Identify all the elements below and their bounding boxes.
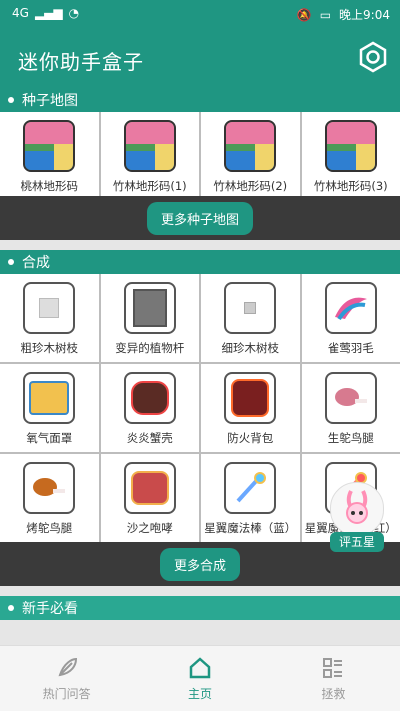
feather-icon (325, 282, 377, 334)
bullet-icon (8, 259, 14, 265)
tab-rescue[interactable]: 拯救 (267, 646, 400, 711)
craft-label: 细珍木树枝 (222, 340, 280, 356)
tab-label: 热门问答 (43, 685, 91, 702)
status-right: 🔕 ▭ 晚上9:04 (297, 6, 390, 23)
bunny-avatar-icon (330, 482, 384, 536)
seed-label: 竹林地形码(2) (213, 178, 287, 194)
battery-icon: ▭ (320, 8, 331, 22)
oxygen-mask-icon (23, 372, 75, 424)
tab-label: 拯救 (321, 685, 345, 702)
map-thumbnail-icon (224, 120, 276, 172)
craft-label: 雀莺羽毛 (328, 340, 374, 356)
seed-label: 桃林地形码 (21, 178, 79, 194)
bullet-icon (8, 97, 14, 103)
leaf-icon (54, 655, 80, 681)
bullet-icon (8, 605, 14, 611)
craft-item[interactable]: 粗珍木树枝 (0, 274, 99, 362)
wood-branch-icon (23, 282, 75, 334)
magic-wand-blue-icon (224, 462, 276, 514)
craft-label: 星翼魔法棒（蓝） (204, 520, 296, 536)
craft-label: 炎炎蟹壳 (127, 430, 173, 446)
tab-hot-qa[interactable]: 热门问答 (0, 646, 133, 711)
craft-item[interactable]: 雀莺羽毛 (302, 274, 400, 362)
rate-label: 评五星 (330, 532, 384, 552)
map-thumbnail-icon (325, 120, 377, 172)
craft-label: 烤鸵鸟腿 (26, 520, 72, 536)
signal-icon: ▂▄▆ (35, 6, 63, 20)
fireproof-backpack-icon (224, 372, 276, 424)
map-thumbnail-icon (23, 120, 75, 172)
more-seeds-band: 更多种子地图 (0, 196, 400, 240)
map-thumbnail-icon (124, 120, 176, 172)
bottom-tab-bar: 热门问答 主页 拯救 (0, 645, 400, 711)
craft-item[interactable]: 氧气面罩 (0, 364, 99, 452)
section-title-seeds: 种子地图 (22, 90, 78, 110)
craft-item[interactable]: 防火背包 (201, 364, 300, 452)
wifi-icon: ◔ (69, 6, 79, 20)
tab-label: 主页 (188, 685, 212, 702)
section-title-newbie: 新手必看 (22, 598, 78, 618)
tab-home[interactable]: 主页 (133, 646, 266, 711)
section-seeds: 种子地图 (0, 88, 400, 112)
craft-item[interactable]: 炎炎蟹壳 (101, 364, 200, 452)
craft-label: 粗珍木树枝 (21, 340, 79, 356)
status-bar: 4G ▂▄▆ ◔ 🔕 ▭ 晚上9:04 (0, 0, 400, 28)
status-left: 4G ▂▄▆ ◔ (12, 6, 79, 20)
craft-item[interactable]: 星翼魔法棒（蓝） (201, 454, 300, 542)
main-content[interactable]: 种子地图 桃林地形码 竹林地形码(1) 竹林地形码(2) 竹林地形码(3) (0, 88, 400, 645)
more-seeds-button[interactable]: 更多种子地图 (147, 202, 253, 235)
spacer (0, 586, 400, 596)
seeds-grid: 桃林地形码 竹林地形码(1) 竹林地形码(2) 竹林地形码(3) (0, 112, 400, 196)
app-title: 迷你助手盒子 (18, 46, 144, 75)
rate-five-stars-button[interactable]: 评五星 (328, 482, 386, 552)
mute-icon: 🔕 (297, 8, 312, 22)
craft-label: 变异的植物杆 (115, 340, 184, 356)
home-icon (187, 655, 213, 681)
craft-item[interactable]: 细珍木树枝 (201, 274, 300, 362)
plant-stalk-icon (124, 282, 176, 334)
settings-button[interactable] (356, 40, 390, 74)
seed-item[interactable]: 桃林地形码 (0, 112, 99, 196)
craft-item[interactable]: 烤鸵鸟腿 (0, 454, 99, 542)
spacer (0, 240, 400, 250)
network-indicator: 4G (12, 6, 29, 20)
craft-item[interactable]: 变异的植物杆 (101, 274, 200, 362)
thin-branch-icon (224, 282, 276, 334)
seed-item[interactable]: 竹林地形码(3) (302, 112, 400, 196)
seed-item[interactable]: 竹林地形码(1) (101, 112, 200, 196)
craft-item[interactable]: 生鸵鸟腿 (302, 364, 400, 452)
roasted-leg-icon (23, 462, 75, 514)
gear-icon (356, 40, 390, 74)
list-icon (320, 655, 346, 681)
section-craft: 合成 (0, 250, 400, 274)
seed-item[interactable]: 竹林地形码(2) (201, 112, 300, 196)
craft-label: 氧气面罩 (26, 430, 72, 446)
section-newbie: 新手必看 (0, 596, 400, 620)
craft-item[interactable]: 沙之咆哮 (101, 454, 200, 542)
raw-leg-icon (325, 372, 377, 424)
craft-label: 防火背包 (227, 430, 273, 446)
section-title-craft: 合成 (22, 252, 50, 272)
seed-label: 竹林地形码(3) (314, 178, 388, 194)
seed-label: 竹林地形码(1) (113, 178, 187, 194)
craft-label: 生鸵鸟腿 (328, 430, 374, 446)
app-bar: 迷你助手盒子 (0, 28, 400, 88)
status-time: 晚上9:04 (339, 6, 390, 23)
craft-label: 沙之咆哮 (127, 520, 173, 536)
more-craft-button[interactable]: 更多合成 (160, 548, 240, 581)
crab-shell-icon (124, 372, 176, 424)
sand-roar-icon (124, 462, 176, 514)
